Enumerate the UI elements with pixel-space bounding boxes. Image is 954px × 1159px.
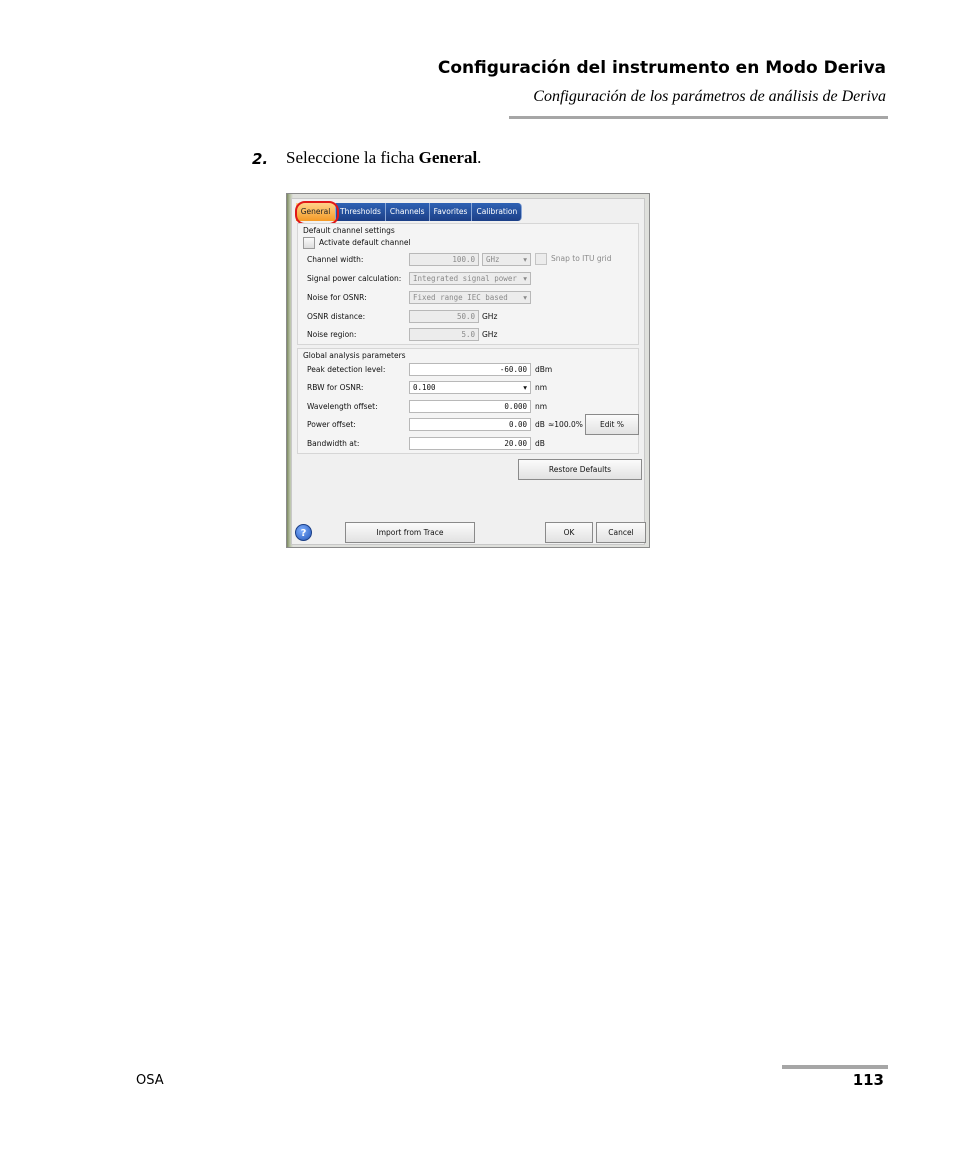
step-number: 2. <box>252 150 269 168</box>
footer-product: OSA <box>136 1073 164 1088</box>
dialog-body: General Thresholds Channels Favorites Ca… <box>291 198 646 545</box>
analysis-settings-dialog: General Thresholds Channels Favorites Ca… <box>286 193 650 548</box>
power-offset-unit: dB <box>535 420 545 429</box>
edit-percent-button[interactable]: Edit % <box>585 414 639 435</box>
snap-itu-checkbox[interactable] <box>535 253 547 265</box>
snap-itu-label: Snap to ITU grid <box>551 254 612 263</box>
power-offset-percent: ≈100.0% <box>548 420 583 429</box>
channel-width-unit-dropdown[interactable]: GHz <box>482 253 531 266</box>
noise-region-field[interactable]: 5.0 <box>409 328 479 341</box>
power-offset-label: Power offset: <box>307 420 356 429</box>
default-channel-group: Default channel settings Activate defaul… <box>297 223 639 345</box>
noise-region-label: Noise region: <box>307 330 357 339</box>
bandwidth-unit: dB <box>535 439 545 448</box>
noise-osnr-dropdown[interactable]: Fixed range IEC based <box>409 291 531 304</box>
general-tab-highlight <box>295 201 339 225</box>
tab-favorites[interactable]: Favorites <box>429 203 473 221</box>
noise-region-unit: GHz <box>482 330 498 339</box>
bandwidth-label: Bandwidth at: <box>307 439 360 448</box>
osnr-distance-unit: GHz <box>482 312 498 321</box>
channel-width-label: Channel width: <box>307 255 364 264</box>
default-channel-group-label: Default channel settings <box>303 226 395 235</box>
power-offset-field[interactable]: 0.00 <box>409 418 531 431</box>
signal-power-label: Signal power calculation: <box>307 274 402 283</box>
tab-calibration[interactable]: Calibration <box>472 203 523 221</box>
wavelength-offset-unit: nm <box>535 402 548 411</box>
channel-width-field[interactable]: 100.0 <box>409 253 479 266</box>
tab-thresholds[interactable]: Thresholds <box>336 203 386 221</box>
signal-power-dropdown[interactable]: Integrated signal power <box>409 272 531 285</box>
step-text: Seleccione la ficha General. <box>286 148 481 168</box>
tab-channels[interactable]: Channels <box>385 203 430 221</box>
bandwidth-field[interactable]: 20.00 <box>409 437 531 450</box>
peak-detection-unit: dBm <box>535 365 553 374</box>
rbw-osnr-dropdown[interactable]: 0.100 <box>409 381 531 394</box>
peak-detection-label: Peak detection level: <box>307 365 386 374</box>
footer-rule <box>782 1065 888 1069</box>
osnr-distance-field[interactable]: 50.0 <box>409 310 479 323</box>
activate-default-channel-checkbox[interactable] <box>303 237 315 249</box>
import-from-trace-button[interactable]: Import from Trace <box>345 522 475 543</box>
restore-defaults-button[interactable]: Restore Defaults <box>518 459 642 480</box>
global-analysis-group-label: Global analysis parameters <box>303 351 406 360</box>
header-rule <box>509 116 888 119</box>
help-icon[interactable]: ? <box>295 524 312 541</box>
global-analysis-group: Global analysis parameters Peak detectio… <box>297 348 639 454</box>
wavelength-offset-field[interactable]: 0.000 <box>409 400 531 413</box>
step-text-after: . <box>477 148 482 167</box>
cancel-button[interactable]: Cancel <box>596 522 646 543</box>
page-header-title: Configuración del instrumento en Modo De… <box>437 58 886 78</box>
step-text-before: Seleccione la ficha <box>286 148 419 167</box>
rbw-osnr-label: RBW for OSNR: <box>307 383 364 392</box>
osnr-distance-label: OSNR distance: <box>307 312 366 321</box>
page-number: 113 <box>852 1071 884 1089</box>
rbw-osnr-unit: nm <box>535 383 548 392</box>
step-text-bold: General <box>418 148 478 167</box>
ok-button[interactable]: OK <box>545 522 593 543</box>
page-header-subtitle: Configuración de los parámetros de análi… <box>533 88 886 105</box>
noise-osnr-label: Noise for OSNR: <box>307 293 367 302</box>
peak-detection-field[interactable]: -60.00 <box>409 363 531 376</box>
wavelength-offset-label: Wavelength offset: <box>307 402 378 411</box>
activate-default-channel-label: Activate default channel <box>319 238 411 247</box>
